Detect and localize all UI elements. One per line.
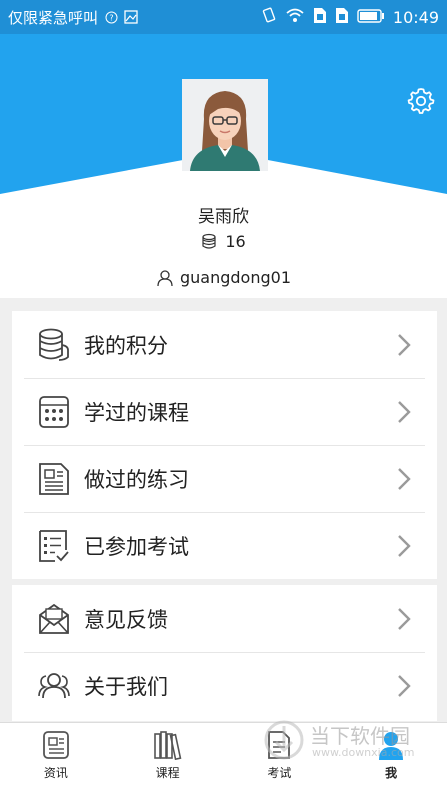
image-icon [124, 10, 138, 24]
vibrate-icon [261, 7, 277, 27]
clock-text: 10:49 [392, 7, 439, 27]
tab-label: 课程 [155, 766, 180, 780]
gear-icon [407, 88, 435, 114]
profile-info: 吴雨欣 16 guangdong01 [0, 194, 447, 298]
books-icon [153, 729, 183, 761]
avatar[interactable] [182, 79, 268, 171]
tab-label: 资讯 [43, 766, 68, 780]
battery-icon [357, 8, 385, 27]
sim1-icon [313, 7, 327, 28]
sim2-icon [335, 7, 349, 28]
chevron-right-icon [398, 535, 411, 557]
menu-group-records: 我的积分 学过的课程 做过的练习 已参加考试 [12, 311, 437, 579]
settings-button[interactable] [407, 86, 435, 114]
menu-item-about-us[interactable]: 关于我们 [12, 652, 437, 719]
points-row: 16 [0, 232, 447, 251]
people-icon [36, 668, 72, 704]
menu-item-my-points[interactable]: 我的积分 [12, 311, 437, 378]
tab-exams[interactable]: 考试 [224, 723, 336, 785]
exam-icon [264, 729, 294, 761]
checklist-icon [36, 528, 72, 564]
menu-item-exams-taken[interactable]: 已参加考试 [12, 512, 437, 579]
menu-label: 学过的课程 [84, 400, 189, 425]
svg-text:?: ? [109, 13, 113, 22]
status-bar: 仅限紧急呼叫 ? 10:49 [0, 0, 447, 34]
document-icon [36, 461, 72, 497]
person-icon [376, 729, 406, 761]
coins-icon [36, 327, 72, 363]
chevron-right-icon [398, 468, 411, 490]
chevron-right-icon [398, 401, 411, 423]
menu-label: 意见反馈 [84, 607, 168, 632]
chevron-right-icon [398, 675, 411, 697]
menu-label: 已参加考试 [84, 534, 189, 559]
calculator-icon [36, 394, 72, 430]
wifi-icon [285, 7, 305, 27]
account-row: guangdong01 [0, 268, 447, 287]
menu-group-about: 意见反馈 关于我们 [12, 585, 437, 721]
tab-label: 我 [385, 766, 398, 780]
menu-label: 做过的练习 [84, 467, 189, 492]
help-icon: ? [104, 10, 118, 24]
points-value: 16 [225, 232, 246, 251]
menu-label: 我的积分 [84, 333, 168, 358]
mail-icon [36, 601, 72, 637]
chevron-right-icon [398, 334, 411, 356]
carrier-text: 仅限紧急呼叫 [8, 8, 99, 27]
tab-news[interactable]: 资讯 [0, 723, 112, 785]
menu-label: 关于我们 [84, 674, 168, 699]
menu-item-done-exercises[interactable]: 做过的练习 [12, 445, 437, 512]
tab-label: 考试 [267, 766, 292, 780]
chevron-right-icon [398, 608, 411, 630]
user-icon [157, 269, 173, 286]
news-icon [41, 729, 71, 761]
account-id: guangdong01 [180, 268, 291, 287]
user-name: 吴雨欣 [198, 207, 249, 227]
coins-small-icon [202, 233, 216, 249]
tab-courses[interactable]: 课程 [112, 723, 224, 785]
menu-item-learned-courses[interactable]: 学过的课程 [12, 378, 437, 445]
menu-item-feedback[interactable]: 意见反馈 [12, 585, 437, 652]
avatar-image [182, 79, 268, 171]
tab-me[interactable]: 我 [335, 723, 447, 785]
bottom-nav: 资讯 课程 考试 我 [0, 722, 447, 785]
